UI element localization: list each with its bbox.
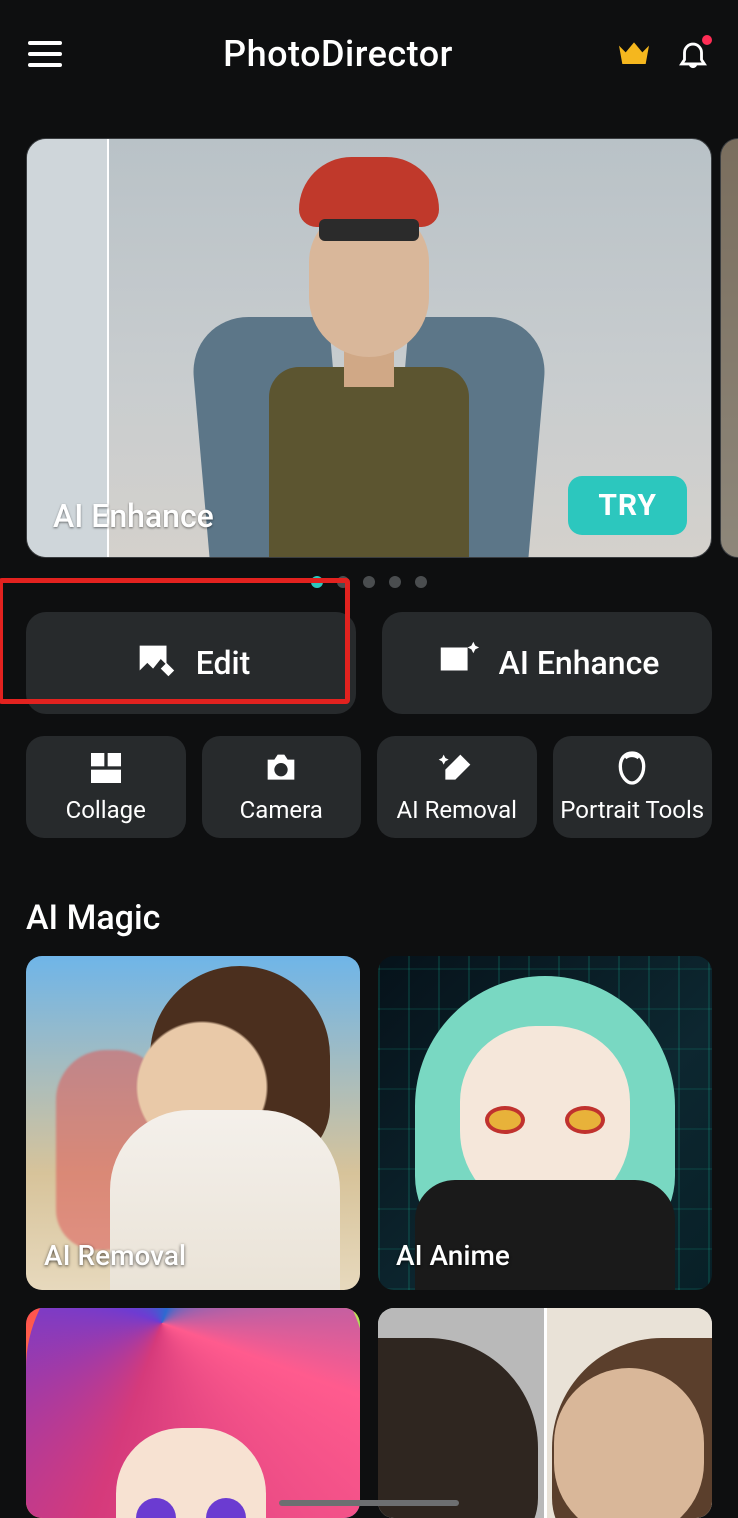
card-label: AI Removal xyxy=(44,1239,186,1272)
collage-button[interactable]: Collage xyxy=(26,736,186,838)
hero-card-ai-enhance[interactable]: AI Enhance TRY xyxy=(26,138,712,558)
ai-enhance-label: AI Enhance xyxy=(499,644,660,682)
app-title: PhotoDirector xyxy=(62,33,614,75)
ai-removal-button[interactable]: AI Removal xyxy=(377,736,537,838)
pager-dot[interactable] xyxy=(337,576,349,588)
primary-actions-row: Edit AI Enhance xyxy=(0,588,738,714)
card-ai-anime[interactable]: AI Anime xyxy=(378,956,712,1290)
collage-icon xyxy=(86,750,126,786)
pager-dot[interactable] xyxy=(363,576,375,588)
menu-button[interactable] xyxy=(28,41,62,67)
image-sparkle-icon xyxy=(435,636,481,690)
card-ai-removal[interactable]: AI Removal xyxy=(26,956,360,1290)
edit-label: Edit xyxy=(196,644,251,682)
home-indicator xyxy=(279,1500,459,1506)
ai-magic-grid: AI Removal AI Anime xyxy=(0,956,738,1518)
notifications-button[interactable] xyxy=(676,37,710,71)
eraser-sparkle-icon xyxy=(437,750,477,786)
face-icon xyxy=(612,750,652,786)
ai-enhance-button[interactable]: AI Enhance xyxy=(382,612,712,714)
hero-carousel[interactable]: AI Enhance TRY xyxy=(0,108,738,588)
notification-dot xyxy=(702,35,712,45)
camera-icon xyxy=(261,750,301,786)
edit-button[interactable]: Edit xyxy=(26,612,356,714)
tools-row: Collage Camera AI Removal Portrait Tools xyxy=(0,714,738,838)
card-ai-headshot[interactable] xyxy=(378,1308,712,1518)
card-label: AI Anime xyxy=(396,1239,510,1272)
camera-button[interactable]: Camera xyxy=(202,736,362,838)
app-header: PhotoDirector xyxy=(0,0,738,108)
image-edit-icon xyxy=(132,636,178,690)
crown-icon[interactable] xyxy=(614,34,654,74)
pager-dot[interactable] xyxy=(311,576,323,588)
collage-label: Collage xyxy=(66,796,146,824)
portrait-tools-button[interactable]: Portrait Tools xyxy=(553,736,713,838)
camera-label: Camera xyxy=(240,796,323,824)
pager-dot[interactable] xyxy=(415,576,427,588)
hero-next-peek[interactable] xyxy=(720,138,738,558)
try-button[interactable]: TRY xyxy=(568,476,687,535)
carousel-pager[interactable] xyxy=(26,576,712,588)
card-ai-art[interactable] xyxy=(26,1308,360,1518)
hero-feature-label: AI Enhance xyxy=(53,497,214,535)
portrait-label: Portrait Tools xyxy=(560,796,704,824)
pager-dot[interactable] xyxy=(389,576,401,588)
ai-removal-label: AI Removal xyxy=(396,796,517,824)
section-title-ai-magic: AI Magic xyxy=(0,838,738,956)
